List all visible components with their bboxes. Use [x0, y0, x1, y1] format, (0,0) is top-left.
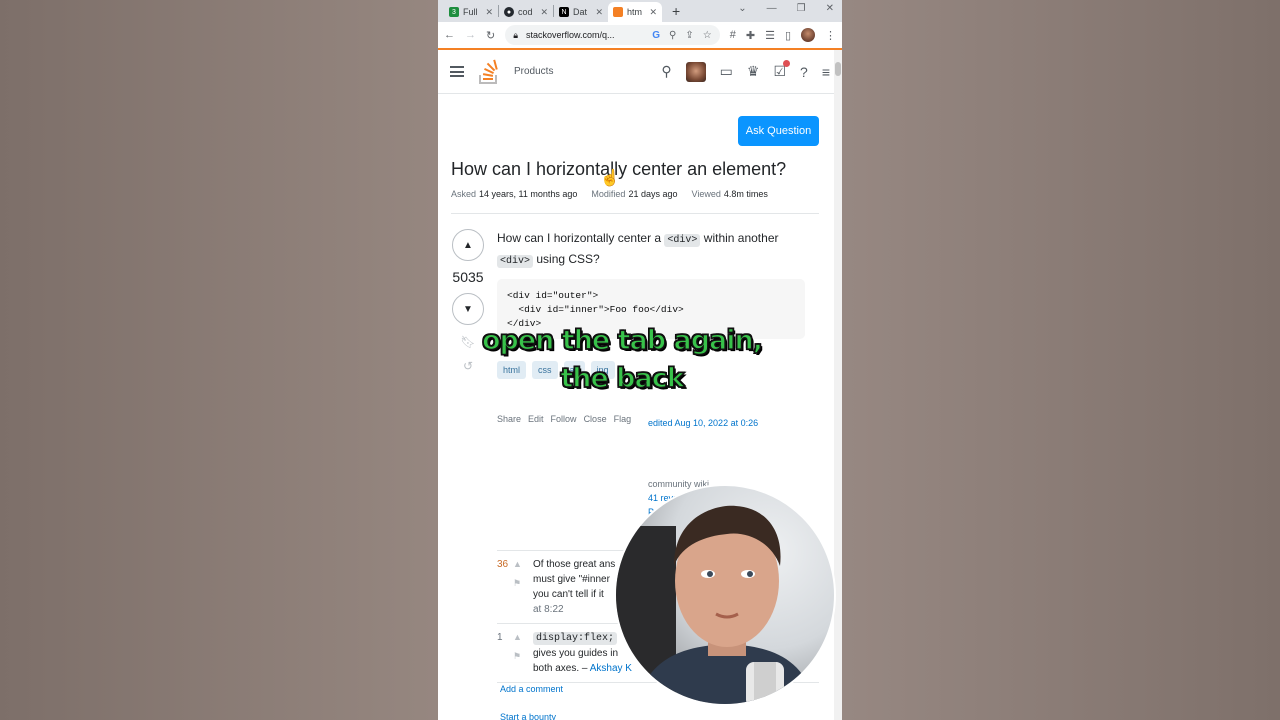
address-toolbar: ← → ↻ 🔒︎ stackoverflow.com/q... G ⚲ ⇪ ☆ …	[438, 22, 842, 50]
upvote-button[interactable]: ▲	[452, 229, 484, 261]
tab-html-active[interactable]: htm ✕	[608, 2, 662, 22]
profile-avatar[interactable]	[801, 28, 815, 42]
webcam-overlay	[614, 484, 836, 706]
help-icon[interactable]: ?	[800, 64, 808, 80]
restore-icon[interactable]: ❐	[797, 3, 806, 14]
share-icon[interactable]: ⇪	[685, 30, 693, 41]
inline-code: display:flex;	[533, 632, 618, 645]
edit-link[interactable]: Edit	[528, 414, 544, 424]
tab-full[interactable]: 3 Full ✕	[444, 2, 498, 22]
post-menu: Share Edit Follow Close Flag	[497, 414, 631, 424]
stackoverflow-icon	[613, 7, 623, 17]
background-left	[0, 0, 438, 720]
hamburger-menu-icon[interactable]	[450, 66, 464, 77]
question-body: How can I horizontally center a <div> wi…	[497, 231, 779, 268]
minimize-icon[interactable]: —	[767, 3, 777, 14]
hand-cursor-icon: ☝	[600, 170, 620, 187]
side-panel-icon[interactable]: ▯	[785, 29, 791, 42]
scrollbar-thumb[interactable]	[835, 62, 841, 76]
page-icon: 3	[449, 7, 459, 17]
code-line: <div id="inner">Foo foo</div>	[507, 304, 684, 315]
products-link[interactable]: Products	[514, 66, 553, 77]
caption-line: the back	[560, 362, 686, 395]
back-icon[interactable]: ←	[444, 29, 455, 41]
tab-label: htm	[627, 7, 643, 17]
upvote-icon[interactable]: ▲	[513, 557, 533, 572]
tab-code[interactable]: ● cod ✕	[499, 2, 553, 22]
add-comment-link[interactable]: Add a comment	[500, 684, 563, 694]
flag-icon[interactable]: ⚑	[513, 576, 533, 591]
comment-score: 36	[497, 559, 509, 570]
edited-link[interactable]: edited Aug 10, 2022 at 0:26	[648, 418, 758, 428]
caption-line: open the tab again,	[481, 324, 764, 357]
ask-question-button[interactable]: Ask Question	[738, 116, 819, 146]
close-icon[interactable]: ✕	[649, 7, 657, 18]
menu-dots-icon[interactable]: ⋮	[825, 29, 836, 42]
search-icon[interactable]: ⚲	[661, 63, 671, 80]
lock-icon: 🔒︎	[513, 29, 519, 40]
new-tab-button[interactable]: +	[672, 3, 680, 19]
start-bounty-link[interactable]: Start a bounty	[500, 712, 556, 720]
inline-code: <div>	[664, 234, 701, 247]
follow-link[interactable]: Follow	[551, 414, 577, 424]
chevron-down-icon[interactable]: ⌄	[738, 3, 746, 14]
close-icon[interactable]: ✕	[595, 7, 603, 18]
tab-label: Full	[463, 7, 478, 17]
tab-data[interactable]: N Dat ✕	[554, 2, 608, 22]
close-icon[interactable]: ✕	[485, 7, 493, 18]
url-text[interactable]: stackoverflow.com/q...	[526, 30, 644, 40]
code-line: <div id="outer">	[507, 290, 599, 301]
so-topbar: Products ⚲ ▭ ♛ ☑ ? ≡	[438, 50, 842, 94]
share-link[interactable]: Share	[497, 414, 521, 424]
comment-score: 1	[497, 632, 503, 643]
notion-icon: N	[559, 7, 569, 17]
trophy-icon[interactable]: ♛	[747, 63, 760, 80]
google-icon[interactable]: G	[652, 30, 660, 41]
meta-viewed: Viewed 4.8m times	[691, 189, 768, 199]
close-icon[interactable]: ✕	[540, 7, 548, 18]
tab-label: Dat	[573, 7, 588, 17]
background-right	[842, 0, 1280, 720]
question-meta: Asked 14 years, 11 months ago Modified 21 …	[451, 189, 768, 199]
hashtag-extension-icon[interactable]: #	[730, 29, 736, 41]
reload-icon[interactable]: ↻	[486, 29, 495, 42]
address-bar[interactable]: 🔒︎ stackoverflow.com/q... G ⚲ ⇪ ☆	[505, 25, 720, 45]
reading-list-icon[interactable]: ☰	[765, 29, 775, 42]
tab-label: cod	[518, 7, 533, 17]
window-controls: ⌄ — ❐ ✕	[738, 3, 834, 14]
header-icons: ⚲ ▭ ♛ ☑ ? ≡	[661, 60, 830, 82]
video-caption: open the tab again, the back	[438, 322, 842, 398]
stackoverflow-logo[interactable]	[478, 59, 500, 85]
divider	[451, 213, 819, 214]
close-link[interactable]: Close	[584, 414, 607, 424]
flag-link[interactable]: Flag	[614, 414, 632, 424]
forward-icon[interactable]: →	[465, 29, 476, 41]
zoom-icon[interactable]: ⚲	[669, 30, 676, 41]
meta-asked: Asked 14 years, 11 months ago	[451, 189, 578, 199]
downvote-button[interactable]: ▼	[452, 293, 484, 325]
tab-strip: 3 Full ✕ ● cod ✕ N Dat ✕ htm ✕ + ⌄ — ❐ ✕	[438, 0, 842, 22]
comment-user-link[interactable]: Akshay K	[590, 663, 632, 674]
review-icon[interactable]: ☑	[773, 60, 790, 80]
inbox-icon[interactable]: ▭	[720, 63, 733, 80]
stack-exchange-icon[interactable]: ≡	[822, 64, 830, 80]
meta-modified: Modified 21 days ago	[591, 189, 678, 199]
upvote-icon[interactable]: ▲	[513, 630, 533, 645]
user-avatar[interactable]	[685, 61, 706, 82]
inline-code: <div>	[497, 255, 534, 268]
github-icon: ●	[504, 7, 514, 17]
extensions-icon[interactable]: ✚	[746, 29, 755, 42]
flag-icon[interactable]: ⚑	[513, 649, 533, 664]
vote-count: 5035	[452, 269, 484, 285]
star-icon[interactable]: ☆	[703, 30, 712, 41]
close-window-icon[interactable]: ✕	[826, 3, 834, 14]
